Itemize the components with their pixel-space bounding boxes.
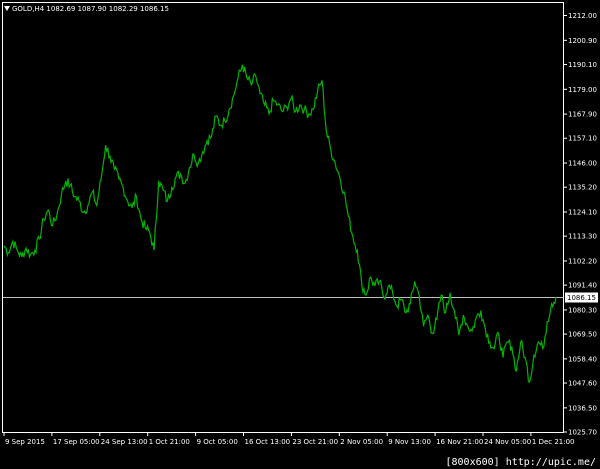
x-tick-label: 24 Nov 05:00	[484, 438, 531, 446]
y-tick-label: 1047.60	[568, 380, 597, 388]
x-tick-label: 16 Oct 13:00	[245, 438, 291, 446]
y-tick-label: 1036.50	[568, 404, 597, 412]
x-tick-label: 9 Nov 13:00	[388, 438, 431, 446]
y-tick-label: 1058.40	[568, 355, 597, 363]
x-tick-label: 23 Oct 21:00	[292, 438, 338, 446]
y-tick-label: 1179.00	[568, 86, 597, 94]
y-tick-label: 1200.90	[568, 37, 597, 45]
y-tick-label: 1167.90	[568, 111, 597, 119]
time-axis: 9 Sep 2015 17 Sep 05:00 24 Sep 13:00 1 Oct …	[3, 432, 575, 446]
chart-window[interactable]: 1212.00 1200.90 1190.10 1179.00 1167.90 1157.…	[0, 0, 600, 469]
y-tick-label: 1146.00	[568, 160, 597, 168]
current-price-tag: 1086.15	[565, 292, 598, 303]
symbol-label: GOLD,H4	[12, 5, 45, 13]
price-chart[interactable]: 1212.00 1200.90 1190.10 1179.00 1167.90 1157.…	[0, 0, 600, 469]
price-series-line	[3, 64, 557, 384]
y-tick-label: 1113.30	[568, 233, 597, 241]
high-price: 1087.90	[77, 5, 107, 13]
current-price-label: 1086.15	[567, 294, 596, 302]
y-tick-label: 1102.20	[568, 257, 597, 265]
watermark-text: [800x600] http://upic.me/	[443, 457, 598, 468]
y-tick-label: 1069.50	[568, 331, 597, 339]
y-tick-label: 1135.20	[568, 184, 597, 192]
price-axis: 1212.00 1200.90 1190.10 1179.00 1167.90 1157.…	[563, 12, 597, 437]
x-tick-label: 16 Nov 21:00	[436, 438, 483, 446]
x-tick-label: 9 Oct 05:00	[197, 438, 238, 446]
x-tick-label: 2 Nov 05:00	[340, 438, 383, 446]
x-tick-label: 9 Sep 2015	[5, 438, 45, 446]
chart-border	[2, 2, 564, 433]
y-tick-label: 1212.00	[568, 12, 597, 20]
y-tick-label: 1091.40	[568, 282, 597, 290]
y-tick-label: 1025.70	[568, 429, 597, 437]
y-tick-label: 1190.10	[568, 61, 597, 69]
low-price: 1082.29	[108, 5, 138, 13]
symbol-info-bar: GOLD,H4 1082.69 1087.90 1082.29 1086.15	[4, 5, 169, 13]
close-price: 1086.15	[139, 5, 169, 13]
y-tick-label: 1157.10	[568, 135, 597, 143]
x-tick-label: 1 Oct 21:00	[149, 438, 190, 446]
x-tick-label: 17 Sep 05:00	[53, 438, 100, 446]
y-tick-label: 1124.10	[568, 209, 597, 217]
x-tick-label: 24 Sep 13:00	[101, 438, 148, 446]
chevron-down-icon[interactable]	[4, 6, 10, 11]
x-tick-label: 1 Dec 21:00	[532, 438, 575, 446]
open-price: 1082.69	[46, 5, 76, 13]
y-tick-label: 1080.30	[568, 306, 597, 314]
